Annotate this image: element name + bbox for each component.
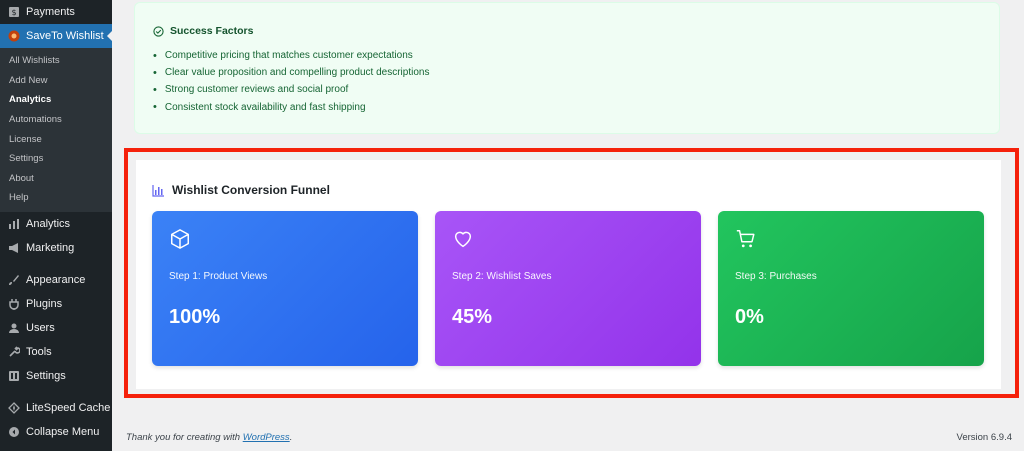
step-value: 100% <box>169 306 221 328</box>
footer-thanks-suffix: . <box>289 432 293 443</box>
plugin-icon <box>8 298 20 310</box>
main-content: Success Factors Competitive pricing that… <box>112 0 1024 451</box>
menu-analytics-label: Analytics <box>26 217 71 230</box>
wordpress-link[interactable]: WordPress <box>243 432 290 443</box>
users-icon <box>8 322 20 334</box>
collapse-menu-button[interactable]: Collapse Menu <box>0 420 112 444</box>
conversion-funnel-panel: Wishlist Conversion Funnel Step 1: Produ… <box>136 160 1001 389</box>
funnel-step-purchases: Step 3: Purchases 0% <box>718 211 984 366</box>
submenu-help[interactable]: Help <box>0 188 112 208</box>
payments-icon: $ <box>8 6 20 18</box>
menu-appearance-label: Appearance <box>26 273 86 286</box>
list-item: Consistent stock availability and fast s… <box>153 99 981 116</box>
bar-chart-icon <box>152 184 165 197</box>
menu-users-label: Users <box>26 321 55 334</box>
submenu-license[interactable]: License <box>0 129 112 149</box>
menu-saveto-wishlist-label: SaveTo Wishlist <box>26 30 104 42</box>
submenu-all-wishlists[interactable]: All Wishlists <box>0 51 112 71</box>
submenu-settings[interactable]: Settings <box>0 149 112 169</box>
menu-marketing-label: Marketing <box>26 241 75 254</box>
megaphone-icon <box>8 242 20 254</box>
box-icon <box>169 228 191 250</box>
settings-icon <box>8 370 20 382</box>
menu-users[interactable]: Users <box>0 316 112 340</box>
menu-settings[interactable]: Settings <box>0 364 112 388</box>
list-item: Clear value proposition and compelling p… <box>153 64 981 81</box>
admin-sidebar: $ Payments SaveTo Wishlist All Wishlists… <box>0 0 112 451</box>
menu-tools[interactable]: Tools <box>0 340 112 364</box>
submenu-about[interactable]: About <box>0 169 112 189</box>
success-factors-title: Success Factors <box>170 25 254 37</box>
footer-thanks: Thank you for creating with WordPress. <box>126 432 292 443</box>
menu-saveto-wishlist[interactable]: SaveTo Wishlist <box>0 24 112 48</box>
menu-plugins-label: Plugins <box>26 297 63 310</box>
success-factors-heading: Success Factors <box>153 25 981 37</box>
menu-payments-label: Payments <box>26 6 75 18</box>
check-circle-icon <box>153 25 164 37</box>
submenu-add-new[interactable]: Add New <box>0 71 112 91</box>
svg-text:$: $ <box>11 8 16 17</box>
wishlist-submenu: All Wishlists Add New Analytics Automati… <box>0 48 112 212</box>
menu-analytics[interactable]: Analytics <box>0 212 112 236</box>
footer-thanks-prefix: Thank you for creating with <box>126 432 243 443</box>
paintbrush-icon <box>8 274 20 286</box>
menu-appearance[interactable]: Appearance <box>0 268 112 292</box>
footer-version: Version 6.9.4 <box>956 432 1012 443</box>
funnel-title: Wishlist Conversion Funnel <box>172 183 330 197</box>
menu-tools-label: Tools <box>26 345 52 358</box>
analytics-icon <box>8 218 20 230</box>
submenu-automations[interactable]: Automations <box>0 110 112 130</box>
cart-icon <box>735 228 757 250</box>
step-label: Step 3: Purchases <box>735 271 817 282</box>
menu-litespeed-label: LiteSpeed Cache <box>26 401 111 414</box>
step-value: 45% <box>452 306 493 328</box>
success-factors-list: Competitive pricing that matches custome… <box>153 47 981 116</box>
menu-separator <box>0 260 112 268</box>
list-item: Competitive pricing that matches custome… <box>153 47 981 64</box>
menu-plugins[interactable]: Plugins <box>0 292 112 316</box>
menu-separator <box>0 388 112 396</box>
wrench-icon <box>8 346 20 358</box>
collapse-icon <box>8 426 20 438</box>
submenu-analytics[interactable]: Analytics <box>0 90 112 110</box>
step-label: Step 1: Product Views <box>169 271 268 282</box>
litespeed-icon <box>8 401 20 414</box>
heart-icon <box>452 228 474 250</box>
menu-settings-label: Settings <box>26 369 66 382</box>
list-item: Strong customer reviews and social proof <box>153 81 981 98</box>
menu-marketing[interactable]: Marketing <box>0 236 112 260</box>
menu-litespeed-cache[interactable]: LiteSpeed Cache <box>0 396 112 420</box>
funnel-heading: Wishlist Conversion Funnel <box>152 183 330 197</box>
success-factors-panel: Success Factors Competitive pricing that… <box>134 2 1000 134</box>
collapse-menu-label: Collapse Menu <box>26 425 100 438</box>
funnel-step-product-views: Step 1: Product Views 100% <box>152 211 418 366</box>
funnel-step-wishlist-saves: Step 2: Wishlist Saves 45% <box>435 211 701 366</box>
wishlist-plugin-icon <box>8 30 20 42</box>
step-label: Step 2: Wishlist Saves <box>452 271 552 282</box>
menu-payments[interactable]: $ Payments <box>0 0 112 24</box>
step-value: 0% <box>735 306 764 328</box>
